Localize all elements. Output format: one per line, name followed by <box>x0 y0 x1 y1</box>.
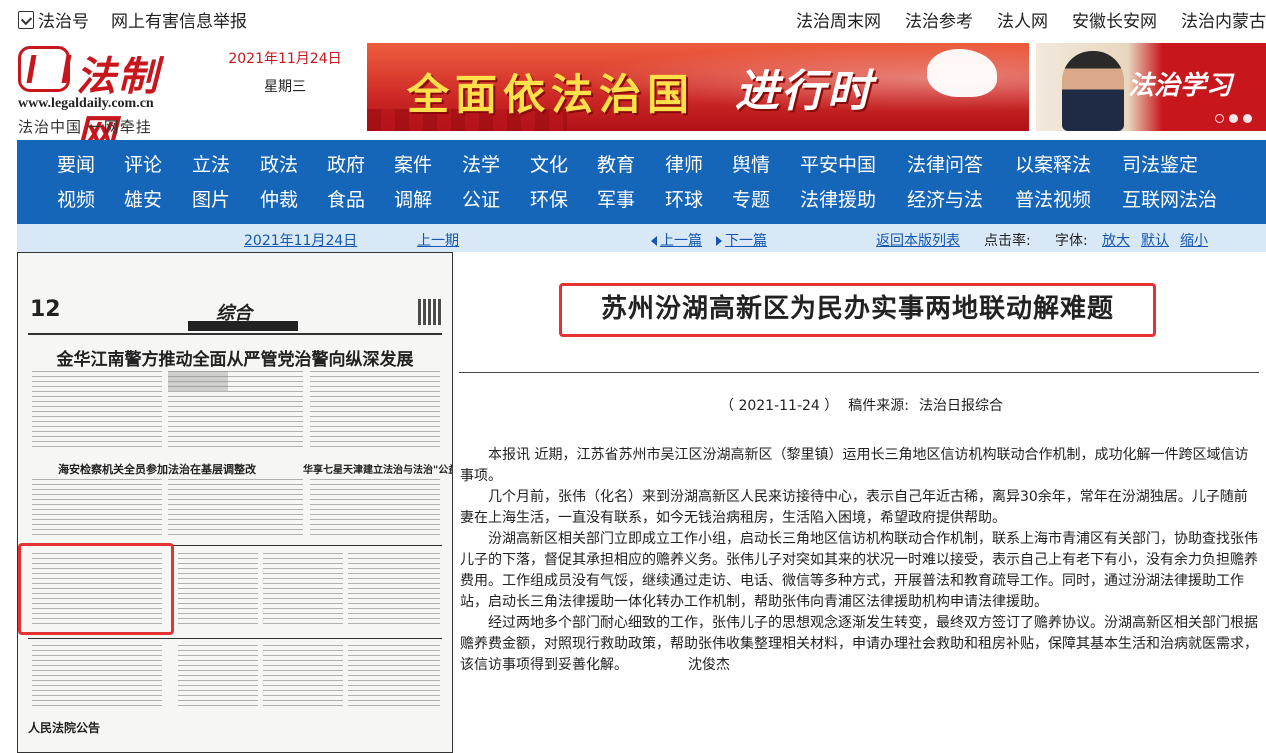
article-date: （ 2021-11-24 ） <box>720 398 839 414</box>
portrait-image <box>1062 51 1124 131</box>
main-banner[interactable]: 全面依法治国 进行时 <box>367 43 1029 131</box>
nav-item[interactable]: 经济与法 <box>907 185 983 212</box>
page-number: 12 <box>30 297 61 322</box>
article-body: 本报讯 近期，江苏省苏州市吴江区汾湖高新区（黎里镇）运用长三角地区信访机构联动合… <box>460 445 1258 676</box>
carousel-dot[interactable] <box>1243 114 1252 123</box>
nav-item[interactable]: 案件 <box>394 150 432 177</box>
nav-item[interactable]: 仲裁 <box>260 185 298 212</box>
logo-slogan: 法治中国 一网牵挂 <box>18 118 152 136</box>
page-section: 综合 <box>216 303 252 324</box>
nav-item[interactable]: 环球 <box>665 185 703 212</box>
carousel-dot[interactable] <box>1229 114 1238 123</box>
nav-item[interactable]: 平安中国 <box>800 150 876 177</box>
header-date-text: 2021年11月24日 <box>228 51 342 67</box>
article-paragraph: 几个月前，张伟（化名）来到汾湖高新区人民来访接待中心，表示自己年近古稀，离异30… <box>460 489 1248 526</box>
nav-item[interactable]: 图片 <box>192 185 230 212</box>
current-article-highlight[interactable] <box>18 543 174 635</box>
nav-item[interactable]: 法律援助 <box>800 185 876 212</box>
triangle-right-icon <box>716 236 722 246</box>
download-icon <box>18 10 34 29</box>
article-paragraph: 经过两地多个部门耐心细致的工作，张伟儿子的思想观念逐渐发生转变，最终双方签订了赡… <box>460 615 1258 673</box>
newspaper-page-thumbnail[interactable]: 12 综合 金华江南警方推动全面从严管党治警向纵深发展 海安检察机关全员参加法治… <box>17 252 453 753</box>
page-subheading-2: 华享七星天津建立法治与法治"公益扶贫"机制 <box>303 465 452 476</box>
top-bar: 法治号 网上有害信息举报 法治周末网 法治参考 法人网 安徽长安网 法治内蒙古 <box>0 0 1266 36</box>
thumb-photo <box>168 371 228 391</box>
back-to-list-link[interactable]: 返回本版列表 <box>876 230 960 250</box>
hits-label: 点击率: <box>984 233 1031 249</box>
logo-mark-icon <box>18 46 70 92</box>
triangle-left-icon <box>651 236 657 246</box>
top-left-links: 法治号 网上有害信息举报 <box>18 7 269 32</box>
ad-carousel[interactable]: 法治学习 <box>1036 43 1266 131</box>
nav-item[interactable]: 律师 <box>665 150 703 177</box>
nav-item[interactable]: 法学 <box>462 150 500 177</box>
article-author: 沈俊杰 <box>688 657 730 673</box>
page-footer-notice: 人民法院公告 <box>28 721 101 735</box>
article-source: 法治日报综合 <box>918 398 1003 414</box>
nav-item[interactable]: 评论 <box>124 150 162 177</box>
nav-item[interactable]: 公证 <box>462 185 500 212</box>
nav-item[interactable]: 文化 <box>530 150 568 177</box>
nav-item[interactable]: 雄安 <box>124 185 162 212</box>
site-logo[interactable]: 法制网 www.legaldaily.com.cn 法治中国 一网牵挂 <box>18 44 188 158</box>
dove-icon <box>927 49 997 97</box>
issue-toolbar: 2021年11月24日 上一期 上一篇 下一篇 返回本版列表 点击率: 字体: … <box>17 224 1266 252</box>
issue-date-link[interactable]: 2021年11月24日 <box>244 230 357 250</box>
nav-item[interactable]: 政法 <box>260 150 298 177</box>
top-right-links: 法治周末网 法治参考 法人网 安徽长安网 法治内蒙古 <box>772 7 1266 32</box>
source-label: 稿件来源: <box>848 398 909 414</box>
nav-item[interactable]: 专题 <box>732 185 770 212</box>
font-bigger-button[interactable]: 放大 <box>1102 230 1130 250</box>
nav-item[interactable]: 法律问答 <box>907 150 983 177</box>
logo-url: www.legaldaily.com.cn <box>18 96 154 111</box>
top-link-farenwang[interactable]: 法人网 <box>997 7 1048 32</box>
top-link-report[interactable]: 网上有害信息举报 <box>111 7 247 32</box>
header-weekday: 星期三 <box>264 79 306 95</box>
page-subheading-1: 海安检察机关全员参加法治在基层调整改 <box>58 463 256 476</box>
top-link-weekend[interactable]: 法治周末网 <box>796 7 881 32</box>
nav-item[interactable]: 以案释法 <box>1015 150 1091 177</box>
nav-item[interactable]: 司法鉴定 <box>1122 150 1198 177</box>
nav-item[interactable]: 食品 <box>327 185 365 212</box>
article-paragraph: 本报讯 近期，江苏省苏州市吴江区汾湖高新区（黎里镇）运用长三角地区信访机构联动合… <box>460 447 1249 484</box>
ad-text: 法治学习 <box>1128 71 1233 101</box>
font-size-label: 字体: <box>1055 233 1088 249</box>
nav-item[interactable]: 政府 <box>327 150 365 177</box>
prev-article-link[interactable]: 上一篇 <box>651 230 702 250</box>
nav-item[interactable]: 互联网法治 <box>1122 185 1217 212</box>
banner-text-main: 全面依法治国 <box>407 70 696 119</box>
article-paragraph: 汾湖高新区相关部门立即成立工作小组，启动长三角地区信访机构联动合作机制，联系上海… <box>460 531 1258 610</box>
article-title: 苏州汾湖高新区为民办实事两地联动解难题 <box>600 294 1114 324</box>
prev-issue-link[interactable]: 上一期 <box>417 230 459 250</box>
nav-item[interactable]: 普法视频 <box>1015 185 1091 212</box>
header-date: 2021年11月24日 星期三 <box>224 48 346 96</box>
article-meta: （ 2021-11-24 ） 稿件来源: 法治日报综合 <box>720 395 1013 415</box>
title-divider <box>459 372 1259 373</box>
nav-item[interactable]: 教育 <box>597 150 635 177</box>
carousel-dot[interactable] <box>1215 114 1224 123</box>
nav-item[interactable]: 调解 <box>394 185 432 212</box>
top-link-neimenggu[interactable]: 法治内蒙古 <box>1181 7 1266 32</box>
banner-text-accent: 进行时 <box>735 66 873 117</box>
nav-item[interactable]: 舆情 <box>732 150 770 177</box>
top-link-reference[interactable]: 法治参考 <box>905 7 973 32</box>
article-title-box: 苏州汾湖高新区为民办实事两地联动解难题 <box>559 283 1156 337</box>
top-link-fazhihao[interactable]: 法治号 <box>38 7 89 32</box>
main-nav: 要闻 评论 立法 政法 政府 案件 法学 文化 教育 律师 舆情 平安中国 法律… <box>17 140 1266 224</box>
carousel-dots <box>1210 114 1252 123</box>
font-default-button[interactable]: 默认 <box>1141 230 1169 250</box>
nav-item[interactable]: 视频 <box>57 185 95 212</box>
page-headline: 金华江南警方推动全面从严管党治警向纵深发展 <box>56 350 414 370</box>
nav-item[interactable]: 环保 <box>530 185 568 212</box>
qr-code-icon <box>418 299 442 325</box>
nav-item[interactable]: 军事 <box>597 185 635 212</box>
nav-item[interactable]: 要闻 <box>57 150 95 177</box>
next-article-link[interactable]: 下一篇 <box>716 230 767 250</box>
font-smaller-button[interactable]: 缩小 <box>1180 230 1208 250</box>
top-link-anhui[interactable]: 安徽长安网 <box>1072 7 1157 32</box>
nav-item[interactable]: 立法 <box>192 150 230 177</box>
